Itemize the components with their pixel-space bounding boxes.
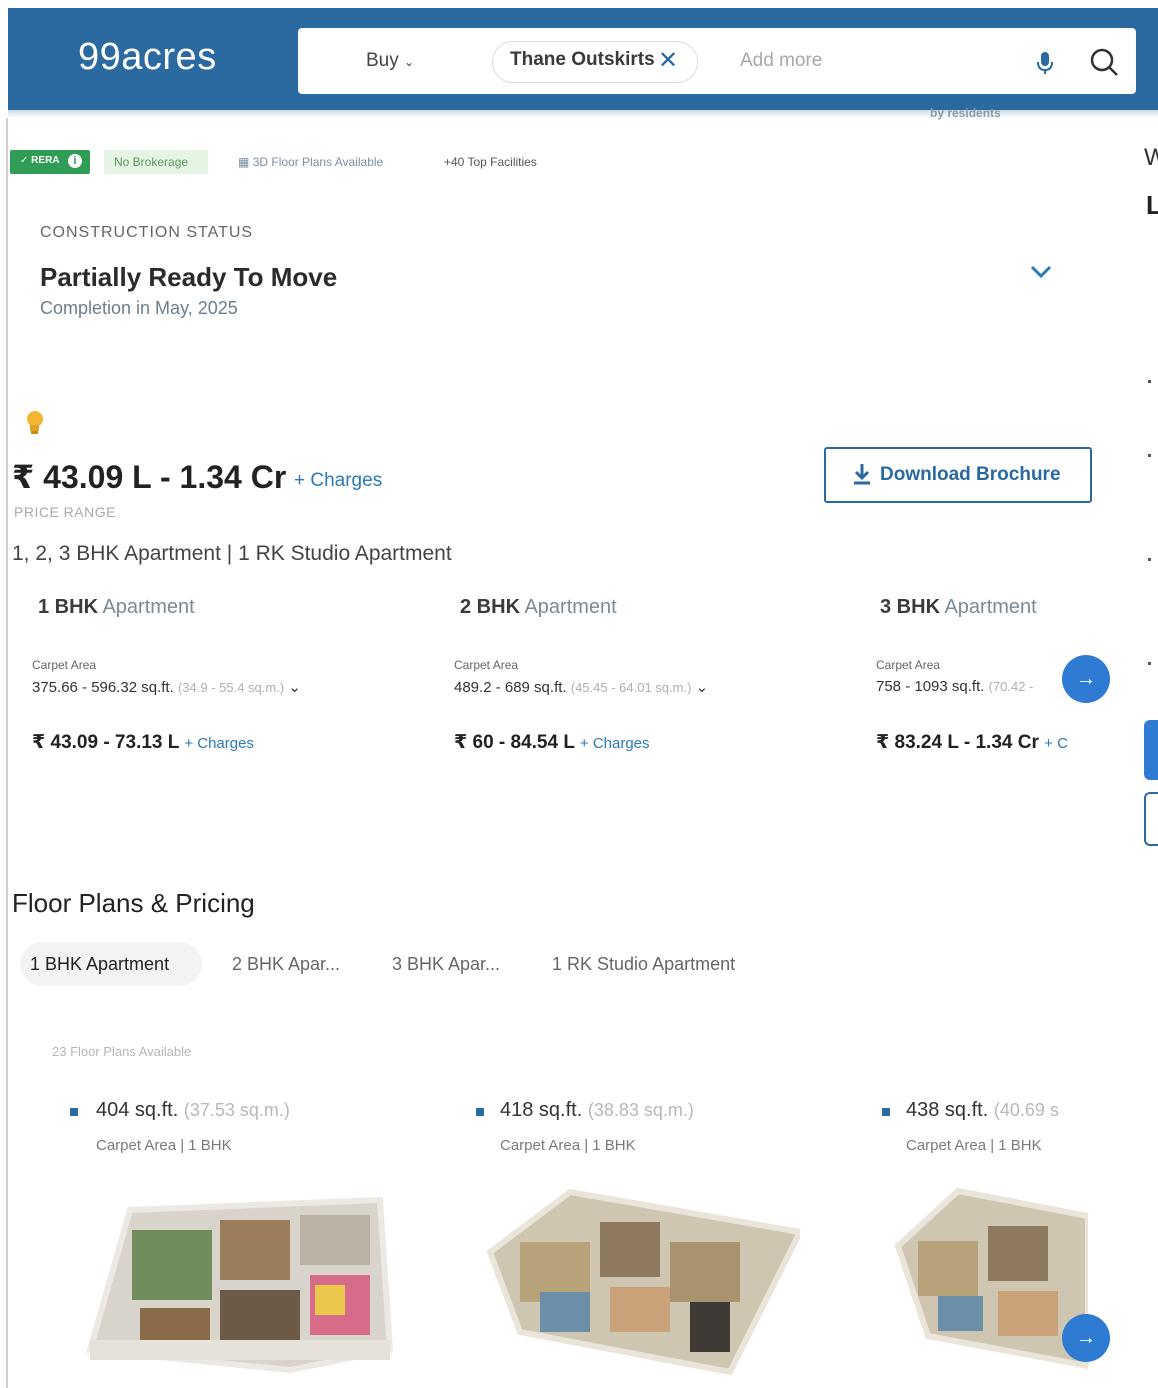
no-brokerage-label: No Brokerage [114, 155, 189, 169]
location-chip-label: Thane Outskirts [510, 49, 655, 70]
floor-plan-image[interactable] [888, 1186, 1088, 1376]
section-title: Floor Plans & Pricing [12, 888, 255, 918]
plan-subtitle: Carpet Area | 1 BHK [500, 1137, 636, 1154]
charges-link[interactable]: + C [1044, 735, 1068, 752]
construction-status-label: CONSTRUCTION STATUS [40, 224, 254, 241]
arrow-right-icon: → [1076, 1327, 1096, 1349]
construction-status: Partially Ready To Move [40, 262, 338, 292]
sidebar-primary-button[interactable] [1144, 720, 1158, 780]
tab-3bhk[interactable]: 3 BHK Apar... [392, 954, 500, 975]
price-range: ₹ 43.09 L - 1.34 Cr [12, 459, 287, 495]
carpet-area-value[interactable]: 758 - 1093 sq.ft. (70.42 - [876, 678, 1033, 695]
unit-price: ₹ 43.09 - 73.13 L + Charges [32, 732, 254, 753]
arrow-right-icon: → [1076, 668, 1096, 690]
3d-floor-plans-badge[interactable]: ▦ 3D Floor Plans Available [238, 155, 383, 169]
price-range-label: PRICE RANGE [14, 504, 116, 520]
tab-2bhk[interactable]: 2 BHK Apar... [232, 954, 340, 975]
carpet-area-value[interactable]: 489.2 - 689 sq.ft. (45.45 - 64.01 sq.m.)… [454, 678, 708, 696]
unit-card-title[interactable]: 3 BHK Apartment [880, 596, 1037, 619]
carpet-area-value[interactable]: 375.66 - 596.32 sq.ft. (34.9 - 55.4 sq.m… [32, 678, 301, 696]
lightbulb-icon [27, 411, 43, 434]
next-arrow-button[interactable]: → [1062, 655, 1110, 703]
plan-bullet [476, 1108, 484, 1116]
chevron-down-icon: ⌄ [288, 679, 301, 696]
plan-area: 404 sq.ft. (37.53 sq.m.) [96, 1099, 290, 1121]
search-bar[interactable] [298, 28, 1136, 94]
unit-card-title[interactable]: 2 BHK Apartment [460, 596, 617, 619]
floor-plan-image[interactable] [70, 1190, 400, 1380]
plan-area: 418 sq.ft. (38.83 sq.m.) [500, 1099, 694, 1121]
charges-link[interactable]: + Charges [294, 470, 382, 492]
buy-dropdown-label: Buy [366, 50, 399, 71]
charges-link[interactable]: + Charges [580, 735, 650, 752]
sidebar-cutoff-text: W [1144, 144, 1158, 171]
sidebar-bullet [1148, 662, 1151, 665]
configuration-summary: 1, 2, 3 BHK Apartment | 1 RK Studio Apar… [12, 542, 452, 565]
floor-plan-image[interactable] [480, 1182, 800, 1378]
sidebar-bullet [1148, 380, 1151, 383]
plan-bullet [70, 1108, 78, 1116]
add-more-input[interactable]: Add more [740, 50, 822, 72]
top-facilities-badge[interactable]: +40 Top Facilities [444, 155, 537, 169]
microphone-icon[interactable] [1034, 48, 1056, 78]
tab-1rk-studio[interactable]: 1 RK Studio Apartment [552, 954, 735, 975]
unit-card-title[interactable]: 1 BHK Apartment [38, 596, 195, 619]
chevron-down-icon: ⌄ [404, 55, 415, 69]
behind-header-text: by residents [930, 106, 1001, 120]
carpet-area-label: Carpet Area [876, 658, 941, 672]
left-border [6, 118, 8, 1388]
sidebar-bullet [1148, 454, 1151, 457]
search-icon[interactable] [1088, 46, 1120, 78]
chevron-down-icon: ⌄ [695, 679, 709, 696]
download-brochure-label: Download Brochure [880, 464, 1061, 485]
download-icon [854, 464, 870, 485]
chip-remove-icon[interactable]: ✕ [658, 46, 678, 75]
charges-link[interactable]: + Charges [184, 735, 254, 752]
sidebar-bullet [1148, 558, 1151, 561]
unit-price: ₹ 83.24 L - 1.34 Cr + C [876, 732, 1068, 753]
site-logo[interactable]: 99acres [78, 36, 217, 79]
buy-dropdown[interactable]: Buy ⌄ [366, 50, 414, 72]
next-arrow-button[interactable]: → [1062, 1314, 1110, 1362]
tab-label: 1 BHK Apartment [30, 954, 170, 974]
rera-badge-label: ✓ RERA [20, 155, 60, 166]
sidebar-cutoff-text: L [1146, 190, 1158, 220]
carpet-area-label: Carpet Area [32, 658, 97, 672]
sidebar-secondary-button[interactable] [1144, 792, 1158, 846]
unit-price: ₹ 60 - 84.54 L + Charges [454, 732, 650, 753]
carpet-area-label: Carpet Area [454, 658, 519, 672]
completion-date: Completion in May, 2025 [40, 298, 238, 318]
plan-area: 438 sq.ft. (40.69 s [906, 1099, 1059, 1121]
plan-subtitle: Carpet Area | 1 BHK [96, 1137, 232, 1154]
plan-subtitle: Carpet Area | 1 BHK [906, 1137, 1042, 1154]
chevron-down-icon[interactable] [1026, 262, 1056, 282]
3d-icon: ▦ [238, 155, 250, 169]
plan-bullet [882, 1108, 890, 1116]
info-icon[interactable]: i [68, 154, 82, 168]
floor-plans-count: 23 Floor Plans Available [52, 1044, 192, 1059]
